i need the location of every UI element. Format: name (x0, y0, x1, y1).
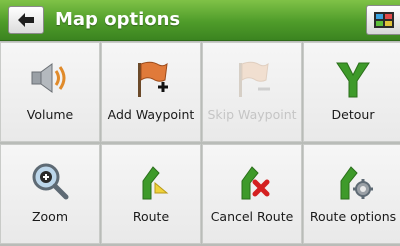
route-cancel-icon (241, 166, 270, 200)
tile-label: Add Waypoint (107, 107, 195, 122)
add-waypoint-tile[interactable]: Add Waypoint (101, 42, 201, 142)
skip-waypoint-tile[interactable]: Skip Waypoint (202, 42, 302, 142)
options-grid: Volume Add Waypoint Skip Waypoint Detour (0, 42, 400, 246)
flag-remove-icon (239, 61, 270, 97)
route-icon (142, 166, 169, 200)
tile-label: Cancel Route (210, 209, 294, 224)
tile-label: Skip Waypoint (207, 107, 297, 122)
route-tile[interactable]: Route (101, 144, 201, 244)
arrow-left-icon (18, 13, 34, 27)
speaker-volume-icon (31, 63, 66, 93)
tile-label: Zoom (31, 209, 69, 224)
zoom-tile[interactable]: Zoom (0, 144, 100, 244)
map-view-button[interactable] (366, 5, 400, 35)
route-options-tile[interactable]: Route options (303, 144, 400, 244)
cancel-route-tile[interactable]: Cancel Route (202, 144, 302, 244)
flag-add-icon (138, 61, 168, 97)
volume-tile[interactable]: Volume (0, 42, 100, 142)
tile-label: Route (132, 209, 170, 224)
page-title: Map options (55, 9, 181, 30)
magnifier-zoom-icon (32, 163, 69, 200)
tile-label: Detour (331, 107, 375, 122)
route-settings-icon (340, 166, 373, 200)
detour-icon (336, 62, 370, 98)
back-button[interactable] (8, 6, 44, 34)
title-bar: Map options (0, 0, 400, 41)
detour-tile[interactable]: Detour (303, 42, 400, 142)
map-view-icon (373, 12, 394, 28)
tile-label: Route options (309, 209, 397, 224)
tile-label: Volume (26, 107, 74, 122)
